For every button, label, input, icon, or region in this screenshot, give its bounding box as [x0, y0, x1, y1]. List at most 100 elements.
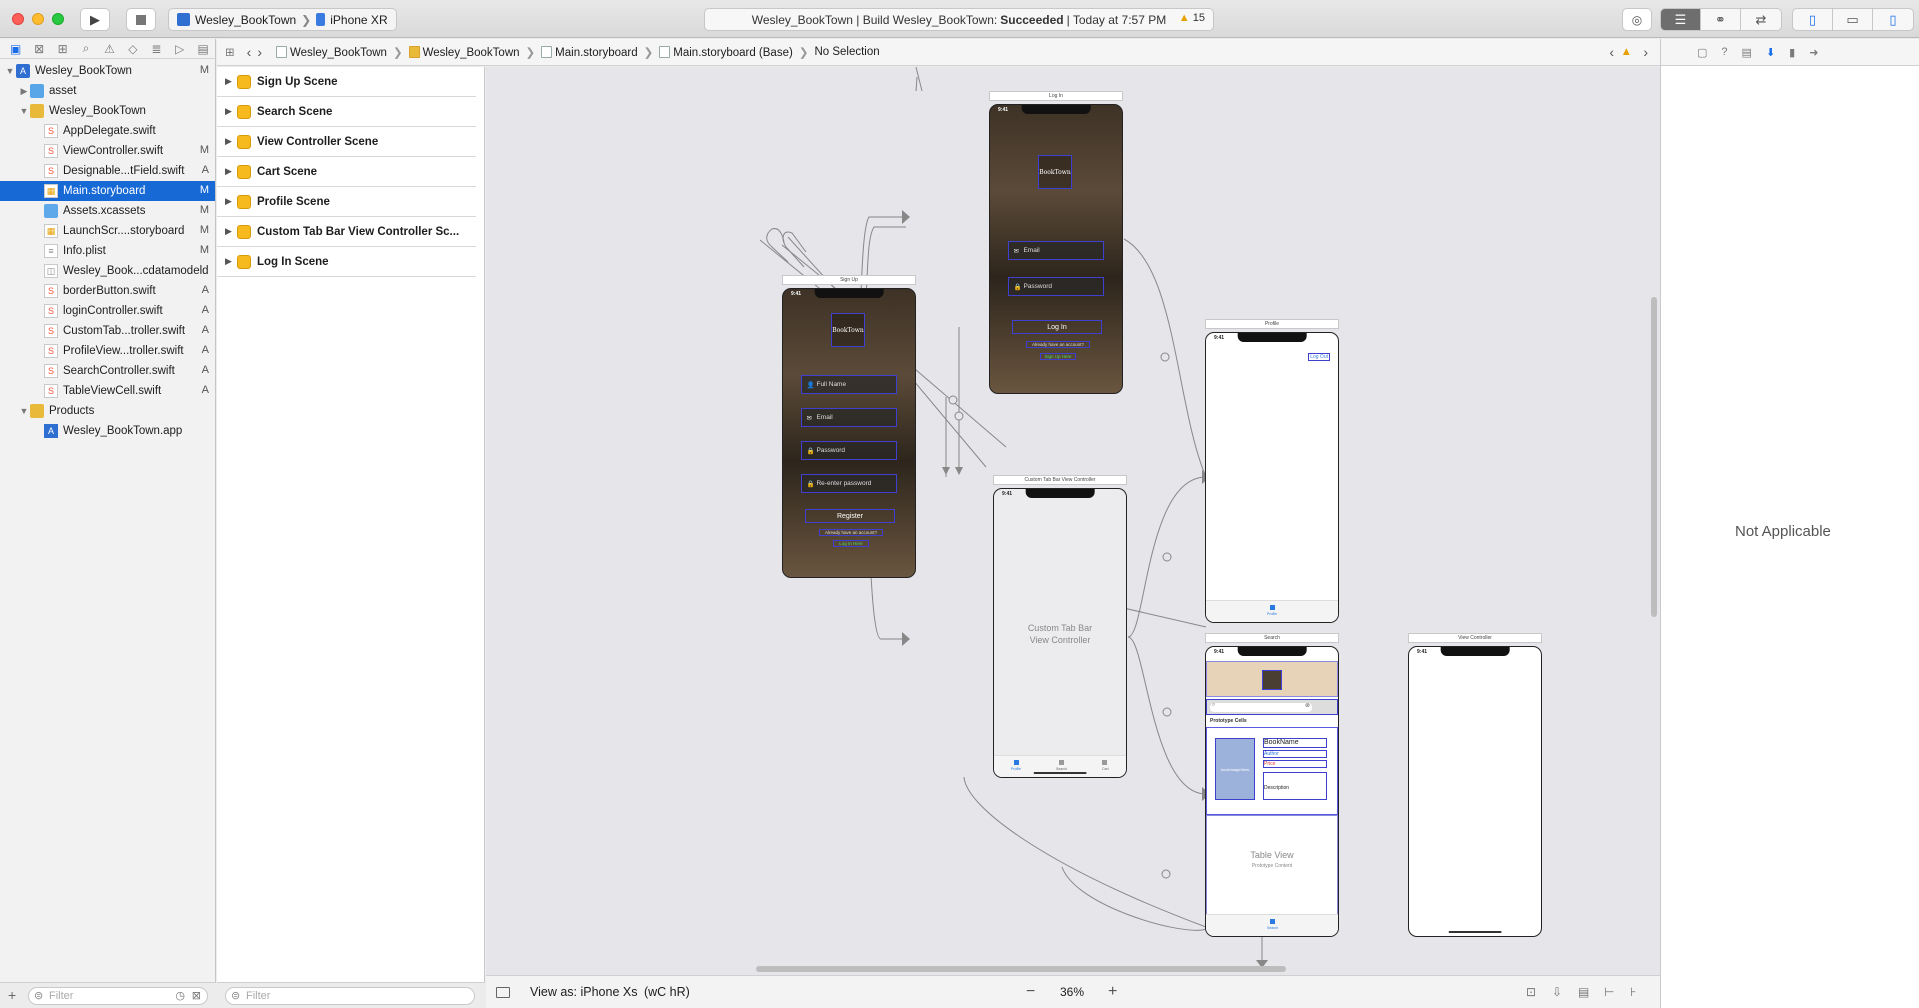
back-button[interactable]: ‹ — [247, 44, 252, 60]
search-bar[interactable]: ⌕ ⊗ — [1206, 699, 1338, 715]
warning-icon[interactable]: ▲ — [1621, 46, 1632, 58]
login-link[interactable]: Log In Here — [833, 540, 869, 547]
tree-item-file[interactable]: S Designable...tField.swift A — [0, 161, 215, 181]
recent-files-icon[interactable]: ◷ — [175, 989, 185, 1002]
outline-filter-input[interactable]: ⊜ Filter — [225, 987, 475, 1005]
tree-item-file[interactable]: A Wesley_BookTown.app — [0, 421, 215, 441]
disclosure-closed-icon[interactable]: ▶ — [225, 226, 237, 237]
clear-icon[interactable]: ⊗ — [1305, 702, 1310, 709]
scene-title-search[interactable]: Search — [1205, 633, 1339, 643]
scene-title-custom-tab-bar[interactable]: Custom Tab Bar View Controller — [993, 475, 1127, 485]
zoom-in-button[interactable]: + — [1108, 983, 1117, 1001]
file-inspector-icon[interactable]: ▢ — [1697, 46, 1707, 59]
password-field[interactable]: 🔒 Password — [801, 441, 897, 460]
stack-icon[interactable]: ▤ — [1578, 985, 1589, 999]
tree-item-file[interactable]: S loginController.swift A — [0, 301, 215, 321]
embed-in-icon[interactable]: ⇩ — [1552, 985, 1562, 999]
breadcrumb-localization[interactable]: Main.storyboard (Base) — [659, 45, 793, 59]
size-inspector-icon[interactable]: ▮ — [1789, 46, 1795, 59]
run-button[interactable]: ▶ — [80, 8, 110, 31]
debug-navigator-tab-icon[interactable]: ≣ — [145, 42, 168, 56]
search-tab-icon[interactable] — [1270, 919, 1275, 924]
report-navigator-tab-icon[interactable]: ▤ — [192, 42, 215, 56]
library-button[interactable]: ◎ — [1622, 8, 1652, 31]
login-button[interactable]: Log In — [1012, 320, 1102, 334]
test-navigator-tab-icon[interactable]: ◇ — [121, 42, 144, 56]
view-controller-screen[interactable]: 9:41 — [1408, 646, 1542, 937]
issue-navigator-tab-icon[interactable]: ⚠ — [98, 42, 121, 56]
tree-item-file[interactable]: S ProfileView...troller.swift A — [0, 341, 215, 361]
toggle-debug-area-button[interactable]: ▭ — [1833, 9, 1873, 30]
tree-item-file[interactable]: S CustomTab...troller.swift A — [0, 321, 215, 341]
toggle-outline-icon[interactable] — [496, 986, 510, 998]
warnings-badge[interactable]: ▲ 15 — [1179, 12, 1205, 24]
vertical-scrollbar[interactable] — [1651, 297, 1657, 617]
profile-tab-icon[interactable] — [1014, 760, 1019, 765]
tree-item-group[interactable]: ▼ Wesley_BookTown — [0, 101, 215, 121]
cart-tab-icon[interactable] — [1102, 760, 1107, 765]
scm-filter-icon[interactable]: ⊠ — [192, 989, 201, 1002]
navigator-filter-input[interactable]: ⊜ Filter ◷ ⊠ — [28, 987, 208, 1005]
version-editor-button[interactable]: ⇄ — [1741, 9, 1781, 30]
register-button[interactable]: Register — [805, 509, 895, 523]
scene-title-view-controller[interactable]: View Controller — [1408, 633, 1542, 643]
tree-item-file[interactable]: S ViewController.swift M — [0, 141, 215, 161]
minimize-window-button[interactable] — [32, 13, 44, 25]
breadcrumb-group[interactable]: Wesley_BookTown — [408, 45, 520, 59]
disclosure-closed-icon[interactable]: ▶ — [225, 166, 237, 177]
add-constraints-icon[interactable]: ⊦ — [1630, 985, 1636, 999]
tree-item-group[interactable]: ▼ Products — [0, 401, 215, 421]
outline-scene-profile[interactable]: ▶ Profile Scene — [217, 187, 476, 217]
related-items-icon[interactable]: ⊞ — [225, 45, 235, 59]
profile-tab-icon[interactable] — [1270, 605, 1275, 610]
symbol-navigator-tab-icon[interactable]: ⊞ — [51, 42, 74, 56]
attributes-inspector-icon[interactable]: ⬇ — [1766, 46, 1775, 59]
tree-item-file-selected[interactable]: ▦ Main.storyboard M — [0, 181, 215, 201]
outline-scene-cart[interactable]: ▶ Cart Scene — [217, 157, 476, 187]
tree-item-file[interactable]: ◫ Wesley_Book...cdatamodeld — [0, 261, 215, 281]
fullname-field[interactable]: 👤 Full Name — [801, 375, 897, 394]
disclosure-open-icon[interactable]: ▼ — [18, 106, 30, 116]
disclosure-closed-icon[interactable]: ▶ — [18, 86, 30, 97]
next-issue-button[interactable]: › — [1643, 44, 1648, 60]
toggle-inspector-button[interactable]: ▯ — [1873, 9, 1913, 30]
scene-title-profile[interactable]: Profile — [1205, 319, 1339, 329]
breadcrumb-file[interactable]: Main.storyboard — [541, 45, 638, 59]
identity-inspector-icon[interactable]: ▤ — [1742, 46, 1752, 59]
quick-help-icon[interactable]: ? — [1721, 46, 1727, 58]
disclosure-closed-icon[interactable]: ▶ — [225, 76, 237, 87]
close-window-button[interactable] — [12, 13, 24, 25]
tree-item-asset-folder[interactable]: ▶ asset — [0, 81, 215, 101]
outline-scene-view-controller[interactable]: ▶ View Controller Scene — [217, 127, 476, 157]
zoom-out-button[interactable]: − — [1026, 983, 1035, 1001]
outline-scene-login[interactable]: ▶ Log In Scene — [217, 247, 476, 277]
project-navigator-tab-icon[interactable]: ▣ — [4, 42, 27, 56]
toggle-navigator-button[interactable]: ▯ — [1793, 9, 1833, 30]
outline-scene-custom-tab-bar[interactable]: ▶ Custom Tab Bar View Controller Sc... — [217, 217, 476, 247]
update-frames-icon[interactable]: ⊡ — [1526, 985, 1536, 999]
disclosure-open-icon[interactable]: ▼ — [18, 406, 30, 416]
disclosure-closed-icon[interactable]: ▶ — [225, 256, 237, 267]
logout-button[interactable]: Log Out — [1308, 353, 1330, 361]
add-icon[interactable]: + — [8, 987, 16, 1003]
signup-screen[interactable]: 9:41 BookTown 👤 Full Name ✉ Email 🔒 Pass… — [782, 288, 916, 578]
tree-item-file[interactable]: ▦ LaunchScr....storyboard M — [0, 221, 215, 241]
tree-item-file[interactable]: Assets.xcassets M — [0, 201, 215, 221]
disclosure-closed-icon[interactable]: ▶ — [225, 196, 237, 207]
previous-issue-button[interactable]: ‹ — [1609, 44, 1614, 60]
prototype-cell[interactable]: bookImageView BookName Author Price Desc… — [1206, 727, 1338, 815]
connections-inspector-icon[interactable]: ➜ — [1809, 46, 1818, 59]
storyboard-canvas[interactable]: Log In 9:41 BookTown ✉ Email 🔒 Password … — [486, 67, 1660, 975]
view-as-device-button[interactable]: View as: iPhone Xs (wC hR) — [530, 985, 690, 999]
disclosure-open-icon[interactable]: ▼ — [4, 66, 16, 76]
horizontal-scrollbar[interactable] — [756, 966, 1286, 972]
stop-button[interactable] — [126, 8, 156, 31]
login-screen[interactable]: 9:41 BookTown ✉ Email 🔒 Password Log In … — [989, 104, 1123, 394]
tree-item-file[interactable]: S TableViewCell.swift A — [0, 381, 215, 401]
align-icon[interactable]: ⊢ — [1604, 985, 1614, 999]
custom-tab-bar-screen[interactable]: 9:41 Custom Tab Bar View Controller Prof… — [993, 488, 1127, 778]
email-field[interactable]: ✉ Email — [801, 408, 897, 427]
scene-title-signup[interactable]: Sign Up — [782, 275, 916, 285]
reenter-password-field[interactable]: 🔒 Re-enter password — [801, 474, 897, 493]
breadcrumb-project[interactable]: Wesley_BookTown — [275, 45, 387, 59]
